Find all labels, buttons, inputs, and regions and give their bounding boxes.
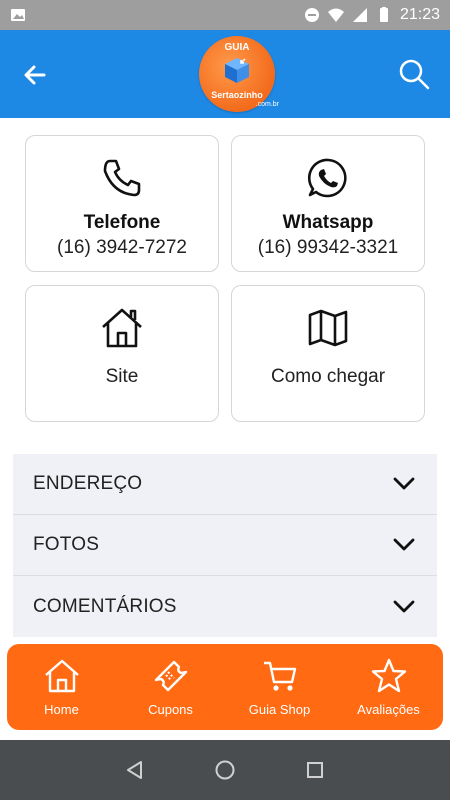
nav-cupons[interactable]: Cupons [116, 644, 225, 730]
dnd-icon [304, 8, 319, 22]
home-icon [102, 308, 142, 348]
nav-label: Avaliações [357, 702, 420, 717]
image-icon [11, 9, 25, 21]
star-icon [371, 658, 406, 693]
nav-avaliacoes[interactable]: Avaliações [334, 644, 443, 730]
whatsapp-icon [308, 158, 347, 198]
search-button[interactable] [396, 56, 432, 92]
nav-home[interactable]: Home [7, 644, 116, 730]
map-icon [308, 309, 348, 347]
status-bar: 21:23 [0, 0, 450, 30]
bottom-nav: Home Cupons Guia Shop Avaliações [7, 644, 443, 730]
logo-bottom-text: Sertaozinho [211, 90, 263, 100]
phone-icon [103, 159, 141, 197]
accordion-label: COMENTÁRIOS [33, 595, 177, 617]
ticket-icon [154, 660, 187, 692]
system-nav-bar [0, 740, 450, 800]
accordion-comentarios[interactable]: COMENTÁRIOS [13, 576, 437, 637]
nav-label: Cupons [148, 702, 193, 717]
phone-number: (16) 3942-7272 [57, 237, 187, 258]
nav-guia-shop[interactable]: Guia Shop [225, 644, 334, 730]
site-card[interactable]: Site [25, 285, 219, 422]
circle-home-icon [215, 760, 235, 780]
cart-icon [263, 661, 296, 691]
battery-icon [379, 7, 388, 22]
directions-card[interactable]: Como chegar [231, 285, 425, 422]
home-icon [44, 659, 79, 693]
nav-label: Guia Shop [248, 702, 311, 717]
system-recents-button[interactable] [300, 755, 330, 785]
whatsapp-number: (16) 99342-3321 [257, 237, 399, 258]
nav-label: Home [44, 702, 79, 717]
signal-icon [352, 8, 367, 22]
cube-icon [225, 58, 249, 83]
arrow-left-icon [24, 65, 46, 85]
logo-suffix: .com.br [255, 101, 279, 108]
search-icon [399, 59, 430, 90]
app-logo: GUIA Sertaozinho .com.br [199, 36, 279, 112]
logo-top-text: GUIA [224, 42, 250, 53]
directions-label: Como chegar [270, 366, 386, 387]
square-recents-icon [307, 762, 323, 778]
chevron-down-icon [393, 538, 415, 551]
whatsapp-title: Whatsapp [282, 212, 374, 233]
accordion-label: ENDEREÇO [33, 473, 143, 494]
system-back-button[interactable] [120, 755, 150, 785]
phone-title: Telefone [83, 212, 161, 233]
wifi-icon [327, 8, 344, 22]
accordion-fotos[interactable]: FOTOS [13, 515, 437, 576]
whatsapp-card[interactable]: Whatsapp (16) 99342-3321 [231, 135, 425, 272]
accordion-label: FOTOS [33, 534, 100, 555]
chevron-down-icon [393, 477, 415, 490]
triangle-back-icon [127, 761, 142, 779]
system-home-button[interactable] [210, 755, 240, 785]
site-label: Site [105, 366, 139, 387]
status-time: 21:23 [399, 6, 440, 23]
back-button[interactable] [18, 58, 52, 92]
app-bar: GUIA Sertaozinho .com.br [0, 30, 450, 118]
accordion-endereco[interactable]: ENDEREÇO [13, 454, 437, 515]
info-accordion: ENDEREÇO FOTOS COMENTÁRIOS [13, 454, 437, 637]
phone-card[interactable]: Telefone (16) 3942-7272 [25, 135, 219, 272]
chevron-down-icon [393, 600, 415, 612]
